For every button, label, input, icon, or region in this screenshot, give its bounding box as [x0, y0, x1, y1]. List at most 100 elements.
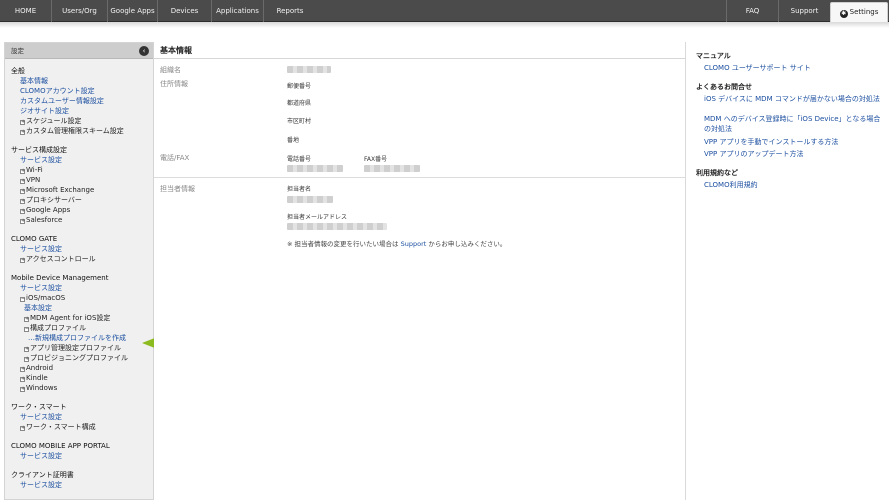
sidebar-item-label: プロビジョニングプロファイル — [30, 354, 128, 362]
sidebar-item-label: サービス設定 — [20, 413, 62, 421]
sidebar-item-label: Wi-Fi — [26, 166, 43, 174]
sidebar-item-label: 構成プロファイル — [30, 324, 86, 332]
sidebar-item[interactable]: +Microsoft Exchange — [11, 185, 153, 195]
sidebar-item[interactable]: +アクセスコントロール — [11, 254, 153, 264]
faq-link-4[interactable]: VPP アプリのアップデート方法 — [704, 150, 882, 160]
sidebar-item[interactable]: サービス設定 — [11, 480, 153, 490]
nav-settings-tab[interactable]: ✱ Settings — [830, 2, 888, 22]
sidebar-item-label: スケジュール設定 — [26, 117, 82, 125]
sidebar-item-label: Kindle — [26, 374, 48, 382]
expand-tree-icon[interactable]: + — [20, 219, 25, 224]
contact-change-note: ※ 担当者情報の変更を行いたい場合は Support からお申し込みください。 — [287, 238, 506, 248]
sidebar-item[interactable]: サービス設定 — [11, 283, 153, 293]
sidebar-item-label: MDM Agent for iOS設定 — [30, 314, 111, 322]
sidebar-item-new-profile[interactable]: …新規構成プロファイルを作成 — [11, 333, 153, 343]
sidebar-item[interactable]: +アプリ管理設定プロファイル — [11, 343, 153, 353]
sidebar-item[interactable]: +Android — [11, 363, 153, 373]
field-fax: FAX番号 — [364, 156, 388, 163]
field-city: 市区町村 — [287, 118, 312, 125]
expand-tree-icon[interactable]: + — [20, 258, 25, 263]
expand-tree-icon[interactable]: + — [20, 426, 25, 431]
sidebar-item[interactable]: +プロキシサーバー — [11, 195, 153, 205]
note-prefix: ※ 担当者情報の変更を行いたい場合は — [287, 240, 401, 248]
expand-tree-icon[interactable]: + — [24, 357, 29, 362]
field-prefecture: 都道府県 — [287, 100, 312, 107]
expand-tree-icon[interactable]: + — [20, 387, 25, 392]
expand-tree-icon[interactable]: + — [20, 130, 25, 135]
sidebar-section-heading: CLOMO GATE — [11, 235, 58, 243]
sidebar-item[interactable]: +Kindle — [11, 373, 153, 383]
sidebar-item[interactable]: +Windows — [11, 383, 153, 393]
sidebar-item-label: Windows — [26, 384, 58, 392]
sidebar-item[interactable]: サービス設定 — [11, 244, 153, 254]
sidebar-item[interactable]: サービス設定 — [11, 155, 153, 165]
sidebar-item-label: プロキシサーバー — [26, 196, 82, 204]
nav-home[interactable]: HOME — [0, 0, 52, 22]
expand-tree-icon[interactable]: + — [20, 209, 25, 214]
sidebar-item[interactable]: 基本情報 — [11, 76, 153, 86]
sidebar-item[interactable]: サービス設定 — [11, 451, 153, 461]
sidebar-item[interactable]: −構成プロファイル — [11, 323, 153, 333]
note-support-link[interactable]: Support — [401, 240, 427, 248]
collapse-sidebar-icon[interactable]: ‹ — [139, 46, 149, 56]
sidebar-item[interactable]: サービス設定 — [11, 412, 153, 422]
faq-link-1[interactable]: iOS デバイスに MDM コマンドが届かない場合の対処法 — [704, 95, 882, 105]
nav-devices[interactable]: Devices — [158, 0, 212, 22]
faq-link-2[interactable]: MDM へのデバイス登録時に「iOS Device」となる場合の対処法 — [704, 115, 882, 134]
fax-value — [364, 165, 420, 172]
expand-tree-icon[interactable]: + — [20, 189, 25, 194]
expand-tree-icon[interactable]: + — [20, 120, 25, 125]
expand-tree-icon[interactable]: + — [20, 169, 25, 174]
sidebar-item[interactable]: 基本設定 — [11, 303, 153, 313]
sidebar-item[interactable]: −iOS/macOS — [11, 293, 153, 303]
expand-tree-icon[interactable]: + — [20, 199, 25, 204]
help-panel: マニュアル CLOMO ユーザーサポート サイト よくあるお問合せ iOS デバ… — [690, 42, 889, 500]
nav-google-apps[interactable]: Google Apps — [108, 0, 158, 22]
sidebar-item-label: …新規構成プロファイルを作成 — [28, 334, 126, 342]
settings-sidebar: 設定 ‹ 全般 基本情報 CLOMOアカウント設定 カスタムユーザー情報設定 ジオサイト… — [4, 42, 154, 500]
collapse-tree-icon[interactable]: − — [24, 327, 29, 332]
sidebar-item[interactable]: CLOMOアカウント設定 — [11, 86, 153, 96]
nav-users-org[interactable]: Users/Org — [52, 0, 108, 22]
expand-tree-icon[interactable]: + — [24, 317, 29, 322]
terms-link[interactable]: CLOMO利用規約 — [704, 181, 882, 191]
sidebar-item[interactable]: +Salesforce — [11, 215, 153, 225]
label-contact: 担当者情報 — [160, 185, 195, 193]
sidebar-item[interactable]: カスタムユーザー情報設定 — [11, 96, 153, 106]
sidebar-item[interactable]: +ワーク・スマート構成 — [11, 422, 153, 432]
sidebar-item-label: 基本設定 — [24, 304, 52, 312]
sidebar-item-label: Salesforce — [26, 216, 63, 224]
nav-reports[interactable]: Reports — [264, 0, 316, 22]
collapse-tree-icon[interactable]: − — [20, 297, 25, 302]
sidebar-item[interactable]: +Google Apps — [11, 205, 153, 215]
manual-link[interactable]: CLOMO ユーザーサポート サイト — [704, 64, 882, 74]
expand-tree-icon[interactable]: + — [24, 347, 29, 352]
expand-tree-icon[interactable]: + — [20, 367, 25, 372]
faq-link-3[interactable]: VPP アプリを手動でインストールする方法 — [704, 138, 882, 148]
sidebar-section-heading: 全般 — [11, 67, 25, 75]
sidebar-item[interactable]: +スケジュール設定 — [11, 116, 153, 126]
sidebar-item[interactable]: ジオサイト設定 — [11, 106, 153, 116]
nav-faq[interactable]: FAQ — [726, 0, 778, 22]
sidebar-section-heading: サービス構成設定 — [11, 146, 67, 154]
sidebar-item[interactable]: +カスタム管理権限スキーム設定 — [11, 126, 153, 136]
nav-support[interactable]: Support — [778, 0, 830, 22]
sidebar-item-label: カスタム管理権限スキーム設定 — [26, 127, 124, 135]
sidebar-section-heading: CLOMO MOBILE APP PORTAL — [11, 442, 110, 450]
note-suffix: からお申し込みください。 — [426, 240, 507, 248]
header-shadow — [0, 22, 889, 28]
sidebar-item-label: アクセスコントロール — [26, 255, 96, 263]
sidebar-item[interactable]: +Wi-Fi — [11, 165, 153, 175]
nav-applications[interactable]: Applications — [212, 0, 264, 22]
sidebar-item[interactable]: +プロビジョニングプロファイル — [11, 353, 153, 363]
sidebar-item[interactable]: +MDM Agent for iOS設定 — [11, 313, 153, 323]
terms-heading: 利用規約など — [696, 169, 738, 177]
sidebar-item[interactable]: +VPN — [11, 175, 153, 185]
expand-tree-icon[interactable]: + — [20, 179, 25, 184]
expand-tree-icon[interactable]: + — [20, 377, 25, 382]
sidebar-item-label: VPN — [26, 176, 41, 184]
